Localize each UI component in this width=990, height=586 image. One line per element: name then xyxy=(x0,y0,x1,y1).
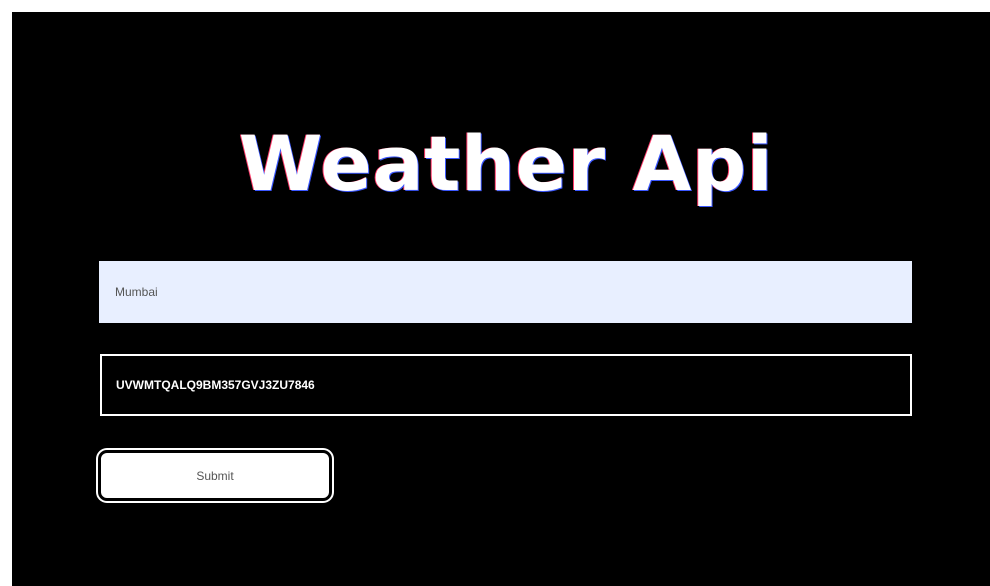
city-input[interactable] xyxy=(99,261,912,323)
weather-form-panel: Weather Api Submit xyxy=(12,12,990,586)
page-title: Weather Api xyxy=(238,119,774,208)
page-viewport: Weather Api Submit xyxy=(0,0,990,586)
submit-button[interactable]: Submit xyxy=(98,450,332,501)
api-key-input[interactable] xyxy=(100,354,912,416)
